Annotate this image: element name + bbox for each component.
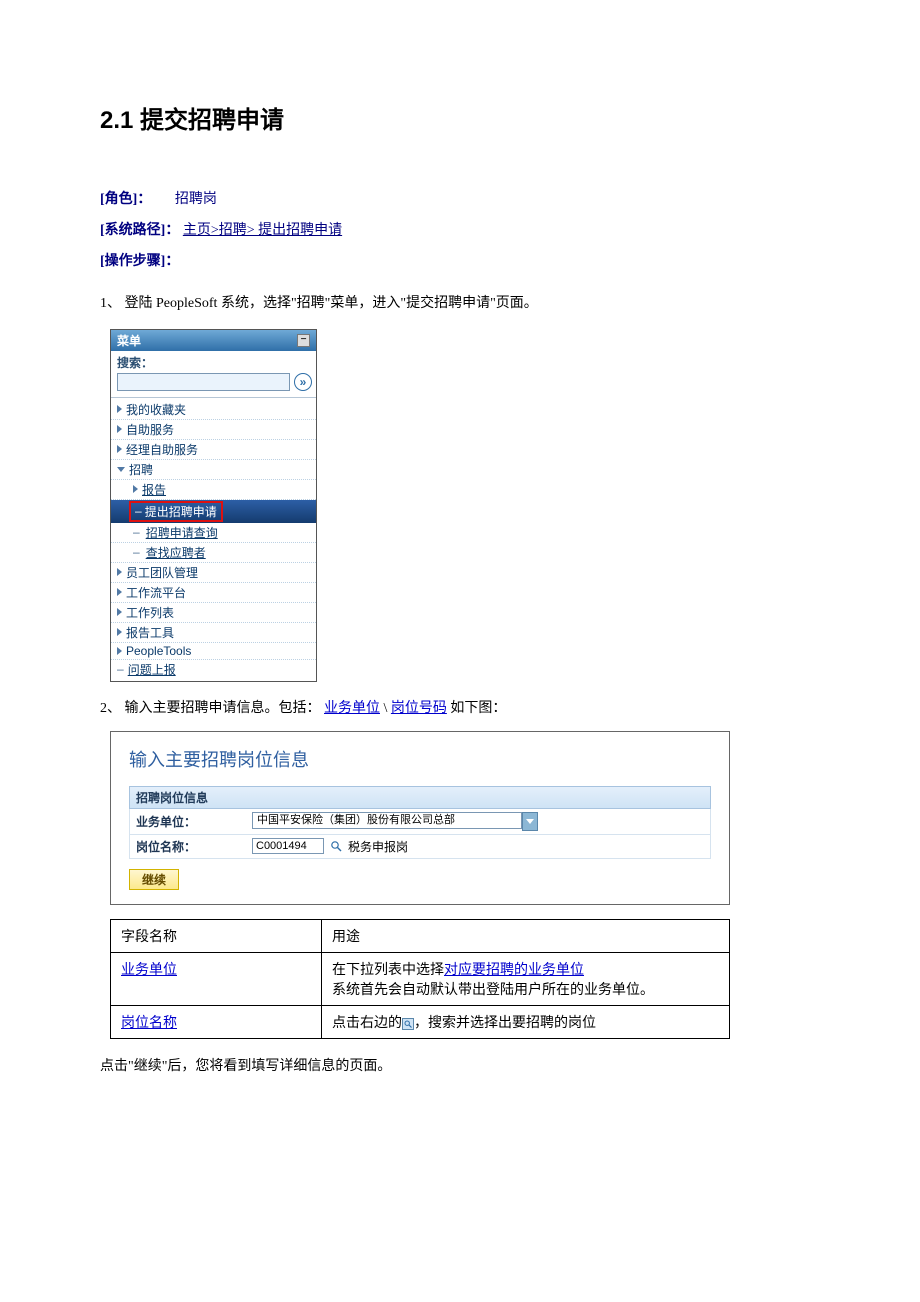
step-2-link-bu: 业务单位 bbox=[324, 701, 380, 716]
table-bu-field: 业务单位 bbox=[121, 963, 177, 978]
form-title: 输入主要招聘岗位信息 bbox=[129, 742, 711, 786]
continue-button[interactable]: 继续 bbox=[129, 869, 179, 890]
step-2-text-post: 如下图： bbox=[450, 701, 506, 716]
step-2-sep: \ bbox=[384, 701, 391, 716]
menu-item-manager-self-service[interactable]: 经理自助服务 bbox=[111, 440, 316, 460]
role-line: [角色]： 招聘岗 bbox=[100, 185, 820, 216]
step-2: 2、 输入主要招聘申请信息。包括： 业务单位 \ 岗位号码 如下图： bbox=[100, 696, 820, 721]
menu-title-text: 菜单 bbox=[117, 332, 141, 349]
after-continue-note: 点击"继续"后，您将看到填写详细信息的页面。 bbox=[100, 1055, 820, 1075]
menu-item-report-tools[interactable]: 报告工具 bbox=[111, 623, 316, 643]
business-unit-row: 业务单位： 中国平安保险（集团）股份有限公司总部 bbox=[129, 809, 711, 835]
steps-label: [操作步骤]： bbox=[100, 247, 820, 278]
menu-item-favorites[interactable]: 我的收藏夹 bbox=[111, 400, 316, 420]
table-header-usage: 用途 bbox=[322, 919, 730, 952]
table-pos-field: 岗位名称 bbox=[121, 1016, 177, 1031]
menu-item-team-management[interactable]: 员工团队管理 bbox=[111, 563, 316, 583]
role-value: 招聘岗 bbox=[175, 192, 217, 207]
menu-item-peopletools[interactable]: PeopleTools bbox=[111, 643, 316, 660]
menu-panel: 菜单 − 搜索： » 我的收藏夹 自助服务 经理自助服务 招聘 报告 –提出招聘… bbox=[110, 329, 317, 682]
path-value: 主页>招聘> 提出招聘申请 bbox=[183, 223, 342, 238]
menu-item-find-applicant[interactable]: –查找应聘者 bbox=[111, 543, 316, 563]
form-panel: 输入主要招聘岗位信息 招聘岗位信息 业务单位： 中国平安保险（集团）股份有限公司… bbox=[110, 731, 730, 905]
form-section-header: 招聘岗位信息 bbox=[129, 786, 711, 809]
table-pos-usage: 点击右边的，搜索并选择出要招聘的岗位 bbox=[322, 1005, 730, 1038]
search-go-icon[interactable]: » bbox=[294, 373, 312, 391]
business-unit-select[interactable]: 中国平安保险（集团）股份有限公司总部 bbox=[252, 812, 538, 831]
menu-item-submit-recruiting[interactable]: –提出招聘申请 bbox=[111, 500, 316, 523]
field-explanation-table: 字段名称 用途 业务单位 在下拉列表中选择对应要招聘的业务单位 系统首先会自动默… bbox=[110, 919, 730, 1039]
menu-item-workflow[interactable]: 工作流平台 bbox=[111, 583, 316, 603]
path-label: [系统路径]： bbox=[100, 223, 179, 238]
menu-item-self-service[interactable]: 自助服务 bbox=[111, 420, 316, 440]
lookup-icon[interactable] bbox=[330, 840, 342, 852]
table-bu-usage: 在下拉列表中选择对应要招聘的业务单位 系统首先会自动默认带出登陆用户所在的业务单… bbox=[322, 952, 730, 1005]
menu-item-recruiting-report[interactable]: 报告 bbox=[111, 480, 316, 500]
table-header-field: 字段名称 bbox=[111, 919, 322, 952]
position-label: 岗位名称： bbox=[136, 838, 246, 855]
path-line: [系统路径]： 主页>招聘> 提出招聘申请 bbox=[100, 216, 820, 247]
business-unit-value: 中国平安保险（集团）股份有限公司总部 bbox=[252, 812, 522, 829]
step-1: 1、 登陆 PeopleSoft 系统，选择"招聘"菜单，进入"提交招聘申请"页… bbox=[100, 291, 820, 316]
step-2-link-pos: 岗位号码 bbox=[391, 701, 447, 716]
search-input[interactable] bbox=[117, 373, 290, 391]
menu-item-issue-report[interactable]: –问题上报 bbox=[111, 660, 316, 679]
search-label: 搜索： bbox=[111, 351, 316, 371]
chevron-down-icon[interactable] bbox=[522, 812, 538, 831]
menu-item-worklist[interactable]: 工作列表 bbox=[111, 603, 316, 623]
position-row: 岗位名称： 税务申报岗 bbox=[129, 835, 711, 859]
position-description: 税务申报岗 bbox=[348, 838, 408, 855]
steps-label-text: [操作步骤]： bbox=[100, 254, 179, 269]
step-2-text-pre: 2、 输入主要招聘申请信息。包括： bbox=[100, 701, 321, 716]
section-heading: 2.1 提交招聘申请 bbox=[100, 100, 820, 135]
position-code-input[interactable] bbox=[252, 838, 324, 854]
minimize-icon[interactable]: − bbox=[297, 334, 310, 347]
menu-title-bar: 菜单 − bbox=[111, 330, 316, 351]
lookup-inline-icon bbox=[402, 1018, 414, 1030]
menu-item-recruiting-query[interactable]: –招聘申请查询 bbox=[111, 523, 316, 543]
menu-item-recruiting[interactable]: 招聘 bbox=[111, 460, 316, 480]
business-unit-label: 业务单位： bbox=[136, 813, 246, 830]
role-label: [角色]： bbox=[100, 192, 151, 207]
